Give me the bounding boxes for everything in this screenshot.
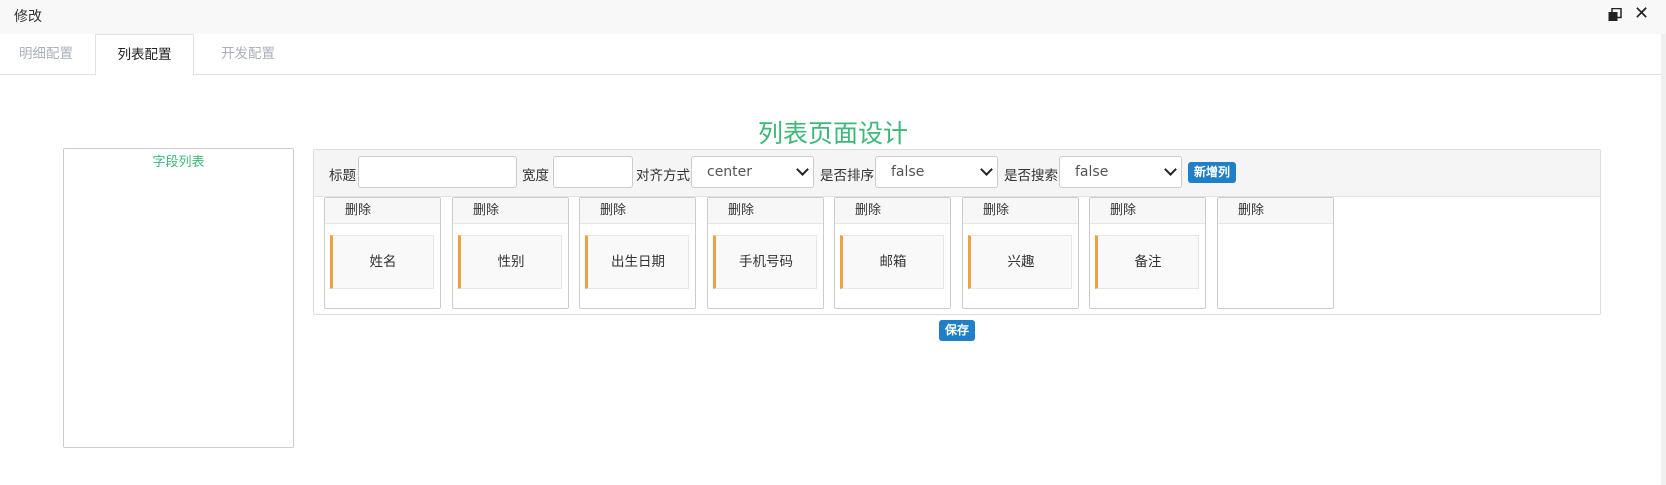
- column-card: 删除 兴趣: [962, 197, 1079, 309]
- column-card: 删除: [1217, 197, 1334, 309]
- sort-select[interactable]: false: [875, 156, 998, 188]
- search-label: 是否搜索: [1004, 168, 1058, 184]
- tab-detail-config[interactable]: 明细配置: [0, 34, 92, 74]
- close-icon[interactable]: ✕: [1634, 5, 1649, 23]
- tab-bar: 明细配置 列表配置 开发配置: [0, 34, 1666, 76]
- column-item[interactable]: 出生日期: [585, 235, 689, 289]
- search-select[interactable]: false: [1059, 156, 1182, 188]
- column-item[interactable]: 姓名: [330, 235, 434, 289]
- column-card: 删除 性别: [452, 197, 569, 309]
- delete-column-button[interactable]: 删除: [1218, 198, 1333, 224]
- delete-column-button[interactable]: 删除: [580, 198, 695, 224]
- tab-list-config[interactable]: 列表配置: [95, 34, 194, 76]
- delete-column-button[interactable]: 删除: [1090, 198, 1205, 224]
- delete-column-button[interactable]: 删除: [963, 198, 1078, 224]
- delete-column-button[interactable]: 删除: [453, 198, 568, 224]
- column-card: 删除 邮箱: [834, 197, 951, 309]
- field-list-panel: 字段列表: [63, 148, 294, 448]
- column-card: 删除 备注: [1089, 197, 1206, 309]
- column-item[interactable]: 手机号码: [713, 235, 817, 289]
- chevron-down-icon: [796, 163, 809, 176]
- chevron-down-icon: [1164, 163, 1177, 176]
- sort-select-value: false: [891, 164, 925, 180]
- column-item[interactable]: 兴趣: [968, 235, 1072, 289]
- restore-window-icon[interactable]: [1608, 8, 1622, 22]
- title-input[interactable]: [358, 156, 517, 188]
- delete-column-button[interactable]: 删除: [325, 198, 440, 224]
- align-select-value: center: [707, 164, 753, 180]
- vertical-scrollbar[interactable]: [1661, 34, 1666, 485]
- page-title: 列表页面设计: [757, 119, 908, 148]
- add-column-button[interactable]: 新增列: [1188, 162, 1236, 183]
- width-input[interactable]: [553, 156, 633, 188]
- width-label: 宽度: [522, 168, 549, 184]
- column-item[interactable]: 邮箱: [840, 235, 944, 289]
- column-card: 删除 手机号码: [707, 197, 824, 309]
- column-item[interactable]: 性别: [458, 235, 562, 289]
- delete-column-button[interactable]: 删除: [835, 198, 950, 224]
- field-list-header: 字段列表: [152, 155, 205, 170]
- column-card: 删除 姓名: [324, 197, 441, 309]
- title-label: 标题: [329, 168, 356, 184]
- list-design-area: 标题 宽度 对齐方式 center 是否排序 false 是否搜索 false …: [313, 149, 1601, 315]
- align-label: 对齐方式: [636, 168, 690, 184]
- delete-column-button[interactable]: 删除: [708, 198, 823, 224]
- save-button[interactable]: 保存: [939, 320, 975, 341]
- sort-label: 是否排序: [820, 168, 874, 184]
- window-title: 修改: [14, 9, 42, 25]
- window-titlebar: 修改 ✕: [0, 0, 1666, 34]
- align-select[interactable]: center: [691, 156, 814, 188]
- chevron-down-icon: [980, 163, 993, 176]
- search-select-value: false: [1075, 164, 1109, 180]
- column-item[interactable]: 备注: [1095, 235, 1199, 289]
- tab-dev-config[interactable]: 开发配置: [200, 34, 296, 74]
- column-toolbar: 标题 宽度 对齐方式 center 是否排序 false 是否搜索 false …: [314, 150, 1600, 197]
- column-card: 删除 出生日期: [579, 197, 696, 309]
